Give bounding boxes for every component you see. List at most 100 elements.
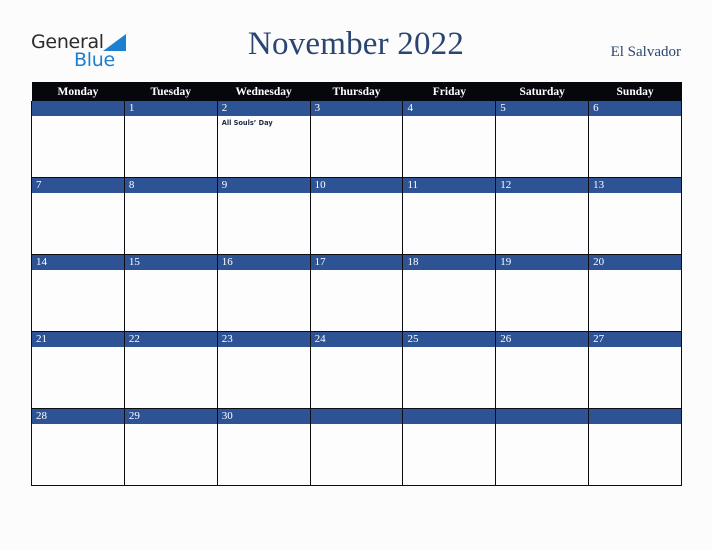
calendar-day-cell[interactable] [402, 408, 497, 486]
day-number: 2 [217, 101, 310, 116]
calendar-day-cell[interactable]: 14 [31, 254, 125, 332]
page-title: November 2022 [247, 26, 465, 62]
day-number: 28 [32, 409, 124, 424]
day-events [218, 424, 310, 427]
day-events [496, 116, 588, 119]
calendar-day-cell[interactable]: 15 [123, 254, 218, 332]
day-number: 1 [124, 101, 217, 116]
calendar-day-cell[interactable] [495, 408, 590, 486]
day-events [125, 193, 217, 196]
calendar-body: 1 2 All Souls’ Day 3 4 5 6 7 8 9 10 11 12 13 14 15 16 17 1… [31, 101, 683, 486]
calendar-day-cell[interactable]: 6 [588, 101, 683, 178]
calendar-day-cell[interactable]: 7 [31, 177, 125, 255]
calendar-day-cell[interactable] [31, 101, 125, 178]
calendar-day-cell[interactable]: 23 [216, 331, 311, 409]
day-number: 21 [32, 332, 124, 347]
weekday-header-thursday: Thursday [310, 82, 403, 101]
holiday-label: All Souls’ Day [221, 119, 273, 127]
calendar-day-cell[interactable]: 20 [588, 254, 683, 332]
day-number: 20 [589, 255, 682, 270]
calendar-day-cell[interactable]: 2 All Souls’ Day [216, 101, 311, 178]
calendar-week-row: 14 15 16 17 18 19 20 [31, 254, 683, 332]
day-number: 18 [403, 255, 496, 270]
calendar-day-cell[interactable]: 8 [123, 177, 218, 255]
day-events [403, 424, 495, 427]
calendar-day-cell[interactable]: 3 [309, 101, 404, 178]
calendar-week-row: 7 8 9 10 11 12 13 [31, 177, 683, 255]
day-number: 29 [124, 409, 217, 424]
day-number [310, 409, 403, 424]
weekday-header-friday: Friday [402, 82, 496, 101]
day-events [125, 424, 217, 427]
day-events [32, 270, 124, 273]
day-events [496, 193, 588, 196]
calendar-week-row: 21 22 23 24 25 26 27 [31, 331, 683, 409]
calendar-day-cell[interactable] [588, 408, 683, 486]
calendar-day-cell[interactable]: 27 [588, 331, 683, 409]
calendar-day-cell[interactable]: 22 [123, 331, 218, 409]
calendar-day-cell[interactable]: 28 [31, 408, 125, 486]
calendar-day-cell[interactable]: 1 [123, 101, 218, 178]
day-events [311, 193, 403, 196]
day-events [589, 193, 681, 196]
day-number: 11 [403, 178, 496, 193]
day-number [32, 101, 124, 116]
calendar-day-cell[interactable]: 5 [495, 101, 590, 178]
calendar-day-cell[interactable]: 13 [588, 177, 683, 255]
calendar-grid: Monday Tuesday Wednesday Thursday Friday Satu… [31, 82, 683, 486]
calendar-day-cell[interactable] [309, 408, 404, 486]
calendar-day-cell[interactable]: 21 [31, 331, 125, 409]
calendar-day-cell[interactable]: 12 [495, 177, 590, 255]
page-header: General Blue November 2022 El Salvador [0, 0, 712, 82]
calendar-day-cell[interactable]: 19 [495, 254, 590, 332]
calendar-day-cell[interactable]: 17 [309, 254, 404, 332]
day-number: 3 [310, 101, 403, 116]
calendar-week-row: 1 2 All Souls’ Day 3 4 5 6 [31, 101, 683, 178]
day-number [496, 409, 589, 424]
day-events [589, 270, 681, 273]
day-number [403, 409, 496, 424]
day-number: 15 [124, 255, 217, 270]
day-events [496, 270, 588, 273]
day-number: 19 [496, 255, 589, 270]
calendar-day-cell[interactable]: 16 [216, 254, 311, 332]
calendar-week-row: 28 29 30 [31, 408, 683, 486]
day-events [311, 347, 403, 350]
day-number: 24 [310, 332, 403, 347]
day-events [311, 270, 403, 273]
day-events [125, 270, 217, 273]
day-number: 10 [310, 178, 403, 193]
calendar-page: General Blue November 2022 El Salvador M… [0, 0, 712, 550]
day-number: 12 [496, 178, 589, 193]
day-events [589, 424, 681, 427]
day-number: 14 [32, 255, 124, 270]
day-events [32, 424, 124, 427]
weekday-header-wednesday: Wednesday [217, 82, 311, 101]
day-number: 13 [589, 178, 682, 193]
calendar-day-cell[interactable]: 26 [495, 331, 590, 409]
calendar-day-cell[interactable]: 4 [402, 101, 497, 178]
calendar-day-cell[interactable]: 11 [402, 177, 497, 255]
day-events [589, 116, 681, 119]
day-number: 5 [496, 101, 589, 116]
calendar-day-cell[interactable]: 29 [123, 408, 218, 486]
day-events [403, 193, 495, 196]
day-number: 30 [217, 409, 310, 424]
day-events [311, 116, 403, 119]
calendar-day-cell[interactable]: 9 [216, 177, 311, 255]
day-events [403, 270, 495, 273]
calendar-day-cell[interactable]: 10 [309, 177, 404, 255]
day-number: 7 [32, 178, 124, 193]
calendar-day-cell[interactable]: 30 [216, 408, 311, 486]
day-number: 6 [589, 101, 682, 116]
calendar-day-cell[interactable]: 25 [402, 331, 497, 409]
day-number: 9 [217, 178, 310, 193]
day-events [218, 193, 310, 196]
day-number [589, 409, 682, 424]
day-events [218, 347, 310, 350]
calendar-day-cell[interactable]: 18 [402, 254, 497, 332]
calendar-day-cell[interactable]: 24 [309, 331, 404, 409]
day-events [32, 193, 124, 196]
day-events: All Souls’ Day [218, 116, 310, 128]
country-label: El Salvador [610, 44, 681, 60]
